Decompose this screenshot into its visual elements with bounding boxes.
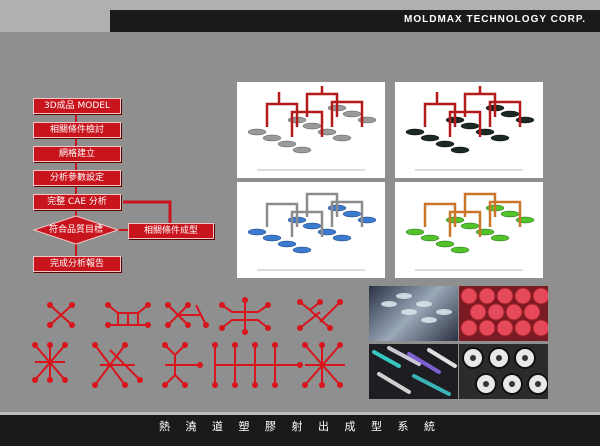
photo-white-caps — [459, 344, 549, 399]
photo-colored-parts — [369, 344, 458, 399]
footer-divider — [0, 412, 600, 415]
photo-spoon-parts — [369, 286, 458, 341]
photo-red-hex-caps — [459, 286, 550, 341]
footer-title: 熱 澆 道 塑 膠 射 出 成 型 系 統 — [159, 420, 441, 433]
